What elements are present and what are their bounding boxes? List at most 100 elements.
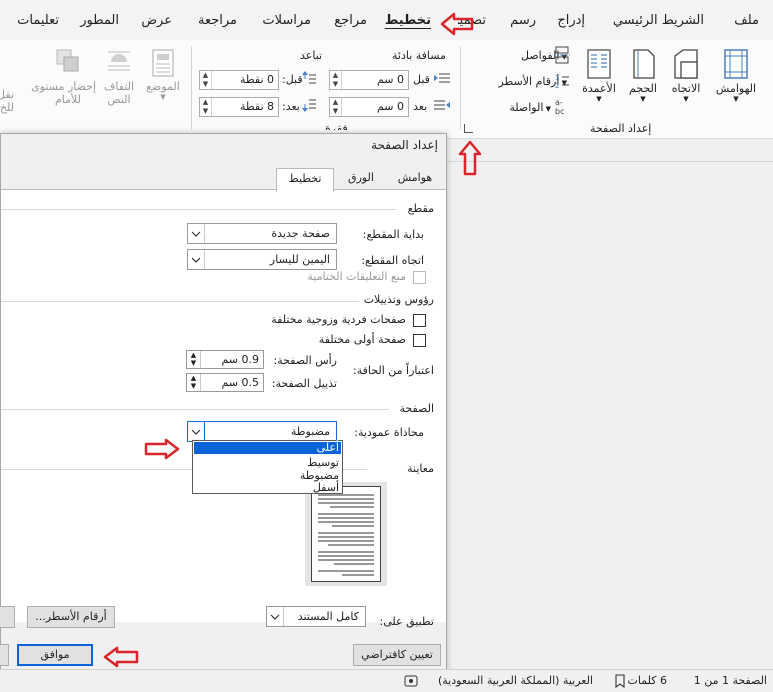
footer-distance-input[interactable]: ▲ ▼ 0.5 سم [186,373,264,392]
tab-margins[interactable]: هوامش [390,168,440,190]
ribbon: الهوامش ▼ الاتجاه ▼ الحجم ▼ الأعمدة ▼ ▼ … [0,40,773,139]
tab-mailings[interactable]: مراسلات [262,13,311,28]
odd-even-checkbox[interactable] [413,314,426,327]
paragraph-group-label: فقرة [325,122,348,130]
option-center[interactable]: توسيط [307,456,339,469]
svg-text:bc: bc [555,107,564,115]
section-direction-select[interactable]: اليمين لليسار [187,249,337,270]
divider [1,301,359,302]
header-distance-input[interactable]: ▲ ▼ 0.9 سم [186,350,264,369]
proofing-book-icon[interactable] [614,674,626,688]
apply-to-select[interactable]: كامل المستند [266,606,366,627]
size-label: الحجم [629,82,657,95]
indent-before-icon [434,73,450,83]
chevron-down-icon[interactable] [267,607,284,626]
ruler-line [447,161,773,162]
columns-icon [587,49,611,79]
tab-layout[interactable]: تخطيط [385,13,431,28]
option-top[interactable]: أعلى [194,442,341,454]
spacing-before-input[interactable]: ▲ ▼ 0 نقطة [199,70,279,90]
indent-after-input[interactable]: ▲ ▼ 0 سم [329,97,409,117]
suppress-endnotes-label: منع التعليقات الختامية [307,270,406,283]
svg-text:a-: a- [555,98,563,107]
size-button[interactable]: الحجم ▼ [624,48,662,103]
spacing-before-icon [302,71,316,84]
preview-group-label: معاينة [407,462,434,475]
word-count[interactable]: 6 كلمات [628,674,667,687]
spinner-icon[interactable]: ▲ ▼ [200,98,212,116]
cancel-button[interactable] [0,644,9,666]
section-start-label: بداية المقطع: [362,228,424,241]
bring-forward-button[interactable]: إحضار مستوى للأمام [31,48,96,106]
vertical-alignment-select[interactable]: مضبوطة [187,421,337,442]
footer-distance-label: تذييل الصفحة: [271,377,337,390]
tab-developer[interactable]: المطور [80,13,119,28]
margins-label: الهوامش [715,82,757,95]
spinner-icon[interactable]: ▲ ▼ [330,98,342,116]
chevron-down-icon[interactable] [188,224,205,243]
divider [1,409,389,410]
tab-view[interactable]: عرض [141,13,172,28]
orientation-button[interactable]: الاتجاه ▼ [666,48,706,103]
status-bar: الصفحة 1 من 1 6 كلمات العربية (المملكة ا… [0,669,773,692]
wrap-text-button[interactable]: التفاف النص [100,48,138,106]
margins-button[interactable]: الهوامش ▼ [710,48,762,103]
bring-forward-label-1: إحضار مستوى [31,80,96,93]
tab-paper[interactable]: الورق [336,168,386,190]
focus-mode-icon[interactable] [404,675,418,687]
page-setup-dialog: إعداد الصفحة هوامش الورق تخطيط مقطع بداي… [0,133,447,671]
tab-insert[interactable]: إدراج [557,13,585,28]
chevron-down-icon[interactable] [188,250,205,269]
indent-before-input[interactable]: ▲ ▼ 0 سم [329,70,409,90]
tab-file[interactable]: ملف [734,13,759,28]
hyphenation-label: الواصلة [509,101,544,114]
option-bottom[interactable]: أسفل [313,481,339,494]
tab-review[interactable]: مراجعة [198,13,237,28]
margins-icon [724,49,748,79]
vertical-alignment-value: مضبوطة [290,425,330,438]
headers-footers-group-label: رؤوس وتذييلات [363,293,434,306]
spacing-after-icon [302,99,316,112]
tab-references[interactable]: مراجع [334,13,367,28]
set-as-default-button[interactable]: تعيين كافتراضي [353,644,441,666]
spacing-after-input[interactable]: ▲ ▼ 8 نقطة [199,97,279,117]
spinner-icon[interactable]: ▲ ▼ [330,71,342,89]
first-page-checkbox[interactable] [413,334,426,347]
spinner-icon[interactable]: ▲ ▼ [187,374,201,391]
page-setup-launcher-icon[interactable] [464,124,473,133]
line-numbers-icon: 1 2 [555,74,569,90]
chevron-down-icon: ▼ [543,105,551,113]
send-backward-label-1: نقل [0,88,14,101]
position-button[interactable]: الموضع ▼ [143,48,183,101]
language-indicator[interactable]: العربية (المملكة العربية السعودية) [438,674,593,687]
indent-after-label: بعد [413,100,428,113]
columns-label: الأعمدة [582,82,616,95]
ok-button[interactable]: موافق [17,644,93,666]
section-start-value: صفحة جديدة [271,227,330,240]
tab-home[interactable]: الشريط الرئيسي [613,13,704,28]
divider [1,209,396,210]
tab-layout[interactable]: تخطيط [276,168,334,192]
spinner-icon[interactable]: ▲ ▼ [187,351,201,368]
send-backward-button[interactable]: نقل للخ [0,88,14,114]
section-start-select[interactable]: صفحة جديدة [187,223,337,244]
spinner-icon[interactable]: ▲ ▼ [200,71,212,89]
preview-page [311,486,381,582]
preview-frame [305,482,387,586]
page-setup-group-label: إعداد الصفحة [590,122,652,135]
page-count[interactable]: الصفحة 1 من 1 [694,674,767,687]
suppress-endnotes-checkbox[interactable] [413,271,426,284]
tab-help[interactable]: تعليمات [17,13,59,28]
hyphenation-button[interactable]: ▼ الواصلة [509,101,551,114]
columns-button[interactable]: الأعمدة ▼ [578,48,620,103]
position-label: الموضع [146,80,180,93]
vertical-alignment-label: محاذاة عمودية: [354,426,424,439]
line-numbers-button[interactable]: أرقام الأسطر... [27,606,115,628]
wrap-text-label-2: النص [107,93,131,106]
tab-draw[interactable]: رسم [510,13,536,28]
borders-button[interactable] [0,606,15,628]
chevron-down-icon[interactable] [188,422,205,441]
red-arrow-icon [103,646,139,668]
group-separator [191,46,192,130]
svg-text:2: 2 [555,82,559,90]
